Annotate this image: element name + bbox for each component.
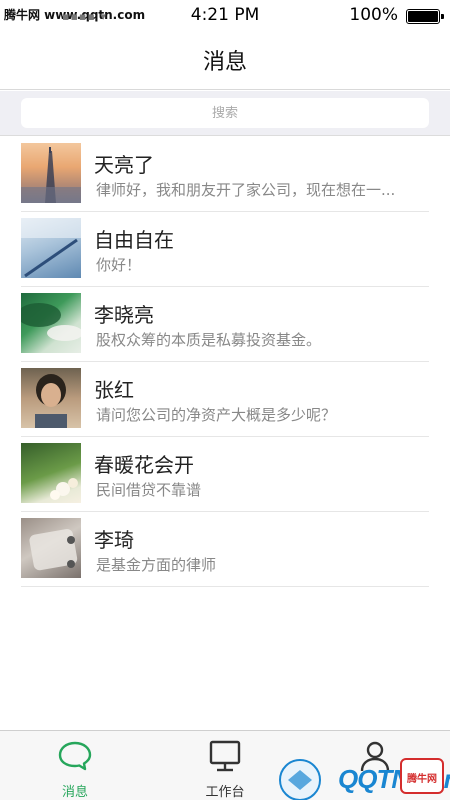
search-bar <box>0 91 450 136</box>
tab-label: 消息 <box>61 785 88 800</box>
message-item-6[interactable]: 李琦 是基金方面的律师 <box>0 512 450 587</box>
search-input[interactable] <box>21 98 429 128</box>
status-bar: 腾牛网 www.qqtn.com ▪▪▪▪ ▾ 4:21 PM 100% <box>0 0 450 32</box>
navigation-bar: 消息 <box>0 32 450 90</box>
message-item-5[interactable]: 春暖花会开 民间借贷不靠谱 <box>0 437 450 512</box>
divider <box>21 586 429 587</box>
contact-name: 李琦 <box>94 528 134 552</box>
monitor-icon <box>208 739 242 773</box>
message-item-3[interactable]: 李晓亮 股权众筹的本质是私募投资基金。 <box>0 287 450 362</box>
message-preview: 是基金方面的律师 <box>96 556 217 574</box>
page-title: 消息 <box>202 50 247 75</box>
avatar <box>21 443 81 503</box>
message-list: 天亮了 律师好，我和朋友开了家公司，现在想在一... 自由自在 你好！ 李晓亮 … <box>0 137 450 587</box>
avatar <box>21 218 81 278</box>
message-preview: 你好！ <box>96 256 142 274</box>
contact-name: 自由自在 <box>94 228 174 252</box>
message-item-1[interactable]: 天亮了 律师好，我和朋友开了家公司，现在想在一... <box>0 137 450 212</box>
message-item-4[interactable]: 张红 请问您公司的净资产大概是多少呢？ <box>0 362 450 437</box>
message-preview: 律师好，我和朋友开了家公司，现在想在一... <box>96 181 396 199</box>
chat-bubble-icon <box>58 739 92 773</box>
watermark-logo: QQTN.com 腾牛网 <box>260 752 450 800</box>
message-preview: 民间借贷不靠谱 <box>96 481 202 499</box>
avatar <box>21 293 81 353</box>
avatar <box>21 518 81 578</box>
contact-name: 张红 <box>94 378 134 402</box>
contact-name: 李晓亮 <box>94 303 154 327</box>
tab-messages[interactable]: 消息 <box>0 731 150 800</box>
battery-icon <box>406 9 444 24</box>
tab-bar: 消息 工作台 QQTN.com 腾牛网 <box>0 730 450 800</box>
avatar <box>21 143 81 203</box>
contact-name: 春暖花会开 <box>94 453 194 477</box>
watermark-badge: 腾牛网 <box>400 758 444 794</box>
message-item-2[interactable]: 自由自在 你好！ <box>0 212 450 287</box>
message-preview: 股权众筹的本质是私募投资基金。 <box>96 331 322 349</box>
battery-percentage: 100% <box>349 5 398 25</box>
avatar <box>21 368 81 428</box>
watermark-badge-text: 腾牛网 <box>407 774 437 785</box>
contact-name: 天亮了 <box>94 153 154 177</box>
message-preview: 请问您公司的净资产大概是多少呢？ <box>96 406 337 424</box>
